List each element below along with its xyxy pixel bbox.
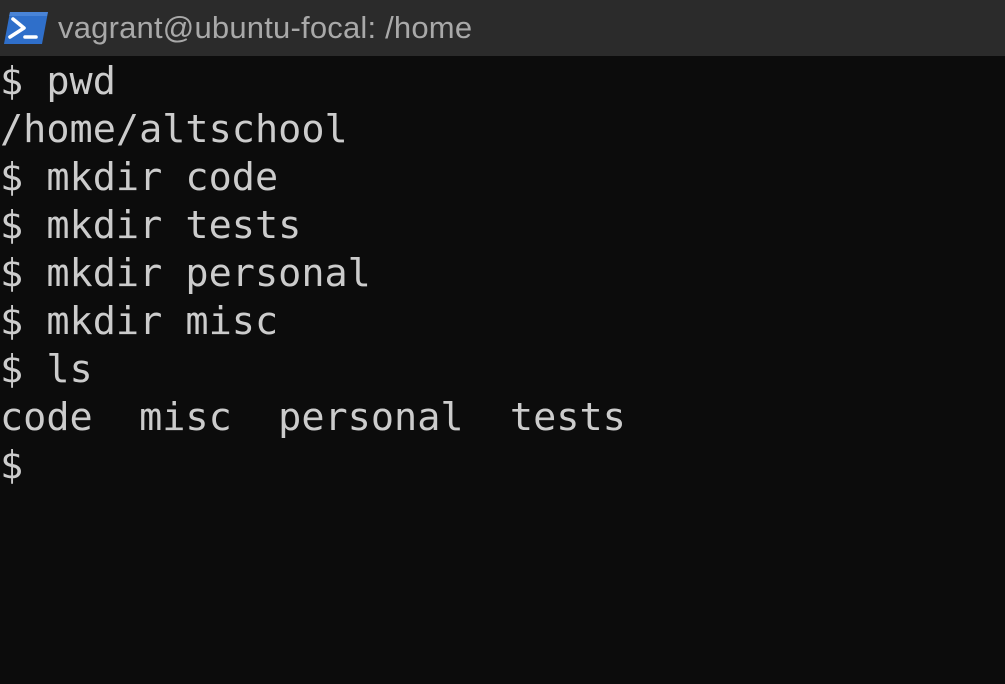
window-title: vagrant@ubuntu-focal: /home (58, 10, 473, 45)
terminal-prompt[interactable]: $ (0, 442, 1005, 490)
terminal-line: /home/altschool (0, 107, 348, 152)
terminal-line: $ mkdir code (0, 155, 279, 200)
terminal-line: $ mkdir misc (0, 299, 279, 344)
terminal-line: $ pwd (0, 59, 116, 104)
title-bar[interactable]: vagrant@ubuntu-focal: /home (0, 0, 1005, 56)
terminal-window: vagrant@ubuntu-focal: /home $ pwd /home/… (0, 0, 1005, 684)
powershell-icon (4, 12, 48, 44)
terminal-line: $ ls (0, 347, 93, 392)
terminal-line: $ mkdir tests (0, 203, 302, 248)
terminal-line: $ mkdir personal (0, 251, 371, 296)
terminal-line: code misc personal tests (0, 395, 626, 440)
terminal-output[interactable]: $ pwd /home/altschool $ mkdir code $ mkd… (0, 56, 1005, 684)
